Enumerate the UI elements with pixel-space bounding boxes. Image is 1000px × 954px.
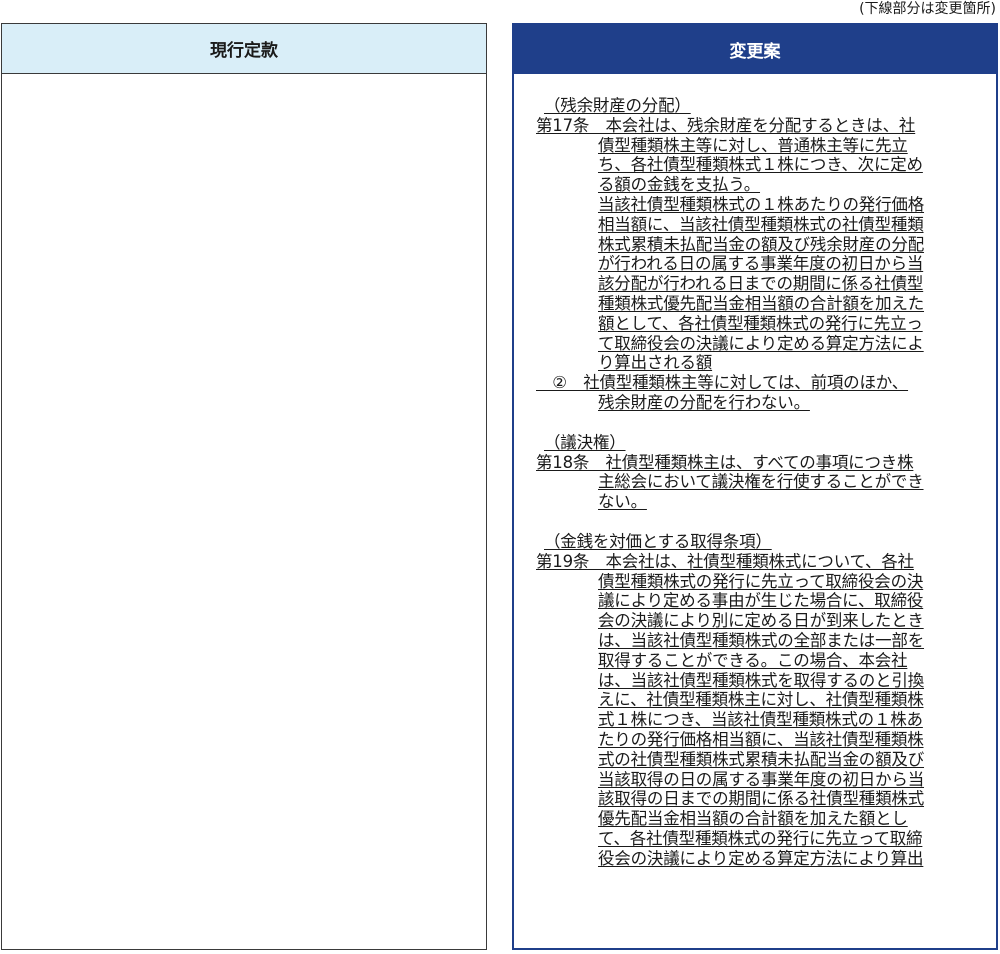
underlined-text: 第18条 社債型種類株主は、すべての事項につき株 bbox=[536, 452, 914, 472]
underlined-text: 役会の決議により定める算定方法により算出 bbox=[598, 848, 924, 868]
article-text-line: る額の金銭を支払う。 bbox=[536, 175, 996, 195]
article-text-line: えに、社債型種類株主に対し、社債型種類株 bbox=[536, 690, 996, 710]
article-text-line: 役会の決議により定める算定方法により算出 bbox=[536, 849, 996, 869]
article-text-line: て取締役会の決議により定める算定方法によ bbox=[536, 334, 996, 354]
underlined-text: 残余財産の分配を行わない。 bbox=[598, 392, 810, 412]
article-text-line: 当該取得の日の属する事業年度の初日から当 bbox=[536, 770, 996, 790]
article-text-line: 当該社債型種類株式の１株あたりの発行価格 bbox=[536, 195, 996, 215]
underlined-text: る額の金銭を支払う。 bbox=[598, 175, 761, 195]
underlined-text: （残余財産の分配） bbox=[544, 96, 691, 115]
article-text-line: 主総会において議決権を行使することができ bbox=[536, 472, 996, 492]
article-heading: （残余財産の分配） bbox=[536, 96, 996, 116]
underlined-text: 式の社債型種類株式累積未払配当金の額及び bbox=[598, 749, 925, 769]
underlined-text: は、当該社債型種類株式を取得するのと引換 bbox=[598, 670, 925, 690]
current-articles-column: 現行定款 bbox=[1, 23, 487, 950]
article-text-line: ち、各社債型種類株式１株につき、次に定め bbox=[536, 155, 996, 175]
underlined-text: ち、各社債型種類株式１株につき、次に定め bbox=[598, 155, 923, 175]
article-text-line: り算出される額 bbox=[536, 353, 996, 373]
article-text-line: ない。 bbox=[536, 492, 996, 512]
underlined-text: 額として、各社債型種類株式の発行に先立っ bbox=[598, 313, 923, 333]
underlined-text: 会の決議により別に定める日が到来したとき bbox=[598, 611, 924, 631]
article-text-line: 議により定める事由が生じた場合に、取締役 bbox=[536, 591, 996, 611]
underlined-text: 取得することができる。この場合、本会社 bbox=[598, 650, 908, 670]
article-first-line: ② 社債型種類株主等に対しては、前項のほか、 bbox=[536, 373, 996, 393]
underlined-text: 該取得の日までの期間に係る社債型種類株式 bbox=[598, 789, 925, 809]
article-text-line: 債型種類株式の発行に先立って取締役会の決 bbox=[536, 572, 996, 592]
underlined-text: 該分配が行われる日までの期間に係る社債型 bbox=[598, 274, 924, 294]
underlined-text: て、各社債型種類株式の発行に先立って取締 bbox=[598, 828, 923, 848]
underlined-text: 当該社債型種類株式の１株あたりの発行価格 bbox=[598, 194, 925, 214]
change-note: (下線部分は変更箇所) bbox=[859, 1, 996, 17]
article-text-line: て、各社債型種類株式の発行に先立って取締 bbox=[536, 829, 996, 849]
article-text-line: 優先配当金相当額の合計額を加えた額とし bbox=[536, 809, 996, 829]
underlined-text: 優先配当金相当額の合計額を加えた額とし bbox=[598, 809, 908, 829]
underlined-text: り算出される額 bbox=[598, 353, 713, 373]
underlined-text: 株式累積未払配当金の額及び残余財産の分配 bbox=[598, 234, 925, 254]
underlined-text: 議により定める事由が生じた場合に、取締役 bbox=[598, 591, 924, 611]
underlined-text: 相当額に、当該社債型種類株式の社債型種類 bbox=[598, 214, 924, 234]
article-heading: （議決権） bbox=[536, 433, 996, 453]
underlined-text: えに、社債型種類株主に対し、社債型種類株 bbox=[598, 690, 924, 710]
underlined-text: 債型種類株式の発行に先立って取締役会の決 bbox=[598, 571, 924, 591]
article-text-line: たりの発行価格相当額に、当該社債型種類株 bbox=[536, 730, 996, 750]
article-text-line: 式１株につき、当該社債型種類株式の１株あ bbox=[536, 710, 996, 730]
underlined-text: （金銭を対価とする取得条項） bbox=[544, 531, 772, 551]
article-first-line: 第17条 本会社は、残余財産を分配するときは、社 bbox=[536, 116, 996, 136]
article-text-line: 式の社債型種類株式累積未払配当金の額及び bbox=[536, 750, 996, 770]
underlined-text: 第17条 本会社は、残余財産を分配するときは、社 bbox=[536, 115, 916, 135]
underlined-text: て取締役会の決議により定める算定方法によ bbox=[598, 333, 924, 353]
current-articles-body bbox=[2, 74, 486, 96]
article-text-line: 相当額に、当該社債型種類株式の社債型種類 bbox=[536, 215, 996, 235]
article-text-line: 取得することができる。この場合、本会社 bbox=[536, 651, 996, 671]
article-text-line: 残余財産の分配を行わない。 bbox=[536, 393, 996, 413]
article-first-line: 第18条 社債型種類株主は、すべての事項につき株 bbox=[536, 453, 996, 473]
article-first-line: 第19条 本会社は、社債型種類株式について、各社 bbox=[536, 552, 996, 572]
underlined-text: ② 社債型種類株主等に対しては、前項のほか、 bbox=[536, 373, 909, 393]
underlined-text: 種類株式優先配当金相当額の合計額を加えた bbox=[598, 293, 925, 313]
article-text-line: 種類株式優先配当金相当額の合計額を加えた bbox=[536, 294, 996, 314]
article-text-line: 該分配が行われる日までの期間に係る社債型 bbox=[536, 274, 996, 294]
underlined-text: は、当該社債型種類株式の全部または一部を bbox=[598, 630, 925, 650]
article-text-line: 株式累積未払配当金の額及び残余財産の分配 bbox=[536, 235, 996, 255]
underlined-text: 債型種類株主等に対し、普通株主等に先立 bbox=[598, 135, 908, 155]
article-text-line: 該取得の日までの期間に係る社債型種類株式 bbox=[536, 789, 996, 809]
article-text-line: は、当該社債型種類株式を取得するのと引換 bbox=[536, 671, 996, 691]
underlined-text: たりの発行価格相当額に、当該社債型種類株 bbox=[598, 729, 924, 749]
article-text-line: 債型種類株主等に対し、普通株主等に先立 bbox=[536, 136, 996, 156]
proposed-changes-body: （残余財産の分配） 第17条 本会社は、残余財産を分配するときは、社 債型種類株主等… bbox=[514, 74, 996, 868]
underlined-text: 式１株につき、当該社債型種類株式の１株あ bbox=[598, 710, 923, 730]
article-text-line: は、当該社債型種類株式の全部または一部を bbox=[536, 631, 996, 651]
underlined-text: 主総会において議決権を行使することができ bbox=[598, 472, 924, 492]
article-text-line: 会の決議により別に定める日が到来したとき bbox=[536, 611, 996, 631]
underlined-text: ない。 bbox=[598, 492, 647, 512]
proposed-changes-header: 変更案 bbox=[514, 25, 996, 74]
proposed-changes-column: 変更案 （残余財産の分配） 第17条 本会社は、残余財産を分配するときは、社 債型種… bbox=[512, 23, 998, 950]
underlined-text: 第19条 本会社は、社債型種類株式について、各社 bbox=[536, 551, 914, 571]
current-articles-header: 現行定款 bbox=[2, 24, 486, 74]
article-text-line: が行われる日の属する事業年度の初日から当 bbox=[536, 254, 996, 274]
article-heading: （金銭を対価とする取得条項） bbox=[536, 532, 996, 552]
underlined-text: 当該取得の日の属する事業年度の初日から当 bbox=[598, 769, 925, 789]
underlined-text: が行われる日の属する事業年度の初日から当 bbox=[598, 254, 924, 274]
article-text-line: 額として、各社債型種類株式の発行に先立っ bbox=[536, 314, 996, 334]
underlined-text: （議決権） bbox=[544, 432, 626, 452]
